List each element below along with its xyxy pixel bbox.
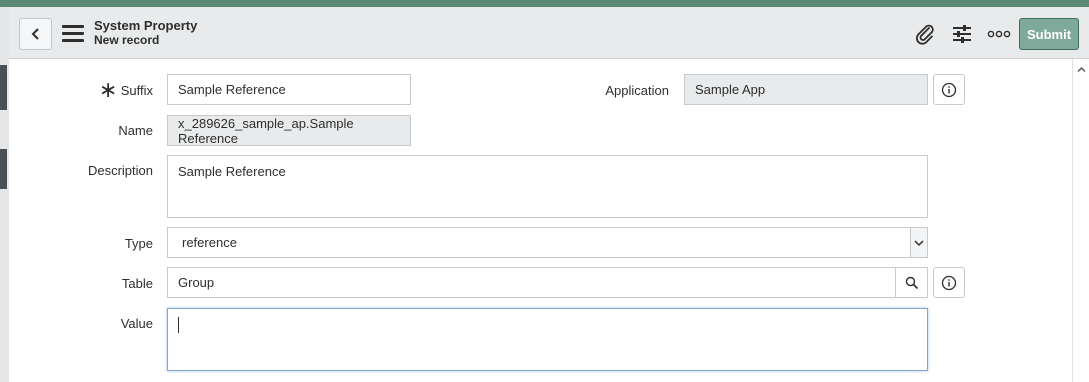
application-label: Application [605, 83, 669, 98]
value-label: Value [120, 316, 153, 331]
back-button[interactable] [19, 18, 52, 50]
table-reference-field[interactable]: Group [167, 267, 928, 298]
system-property-form: ∗ Suffix Sample Reference Application Sa… [9, 59, 1072, 382]
table-field-value: Group [178, 275, 215, 290]
table-info-button[interactable] [933, 267, 965, 298]
description-textarea[interactable]: Sample Reference [167, 155, 928, 218]
type-label: Type [124, 236, 153, 251]
left-nav-marker [0, 65, 7, 110]
text-cursor [178, 317, 179, 333]
name-field: x_289626_sample_ap.Sample Reference [167, 115, 411, 146]
more-options-icon[interactable] [986, 21, 1012, 47]
paperclip-icon[interactable] [912, 21, 938, 47]
info-icon [941, 275, 957, 290]
type-select[interactable]: reference [167, 227, 928, 258]
chevron-up-icon[interactable] [1077, 66, 1086, 73]
hamburger-icon[interactable] [62, 25, 84, 43]
suffix-input[interactable]: Sample Reference [167, 74, 411, 105]
left-nav-marker [0, 149, 7, 189]
form-scrollbar[interactable] [1072, 59, 1089, 382]
chevron-left-icon [31, 28, 39, 40]
sliders-icon[interactable] [949, 21, 975, 47]
page-title: System Property [94, 18, 198, 33]
application-field: Sample App [684, 74, 928, 105]
left-nav-edge [0, 7, 9, 382]
info-icon [941, 82, 957, 97]
type-select-value: reference [182, 235, 237, 250]
application-info-button[interactable] [933, 74, 965, 105]
name-label: Name [118, 123, 153, 138]
chevron-down-icon[interactable] [910, 228, 927, 257]
value-textarea[interactable] [167, 308, 928, 371]
submit-button[interactable]: Submit [1019, 18, 1079, 50]
table-label: Table [121, 276, 153, 291]
description-label: Description [87, 163, 153, 178]
record-title-block: System Property New record [94, 18, 198, 48]
table-lookup-button[interactable] [895, 268, 927, 297]
form-header: System Property New record Submit [9, 7, 1089, 59]
top-banner-strip [0, 0, 1089, 7]
suffix-label: Suffix [120, 83, 153, 98]
search-icon [905, 276, 918, 289]
page-subtitle: New record [94, 33, 160, 47]
